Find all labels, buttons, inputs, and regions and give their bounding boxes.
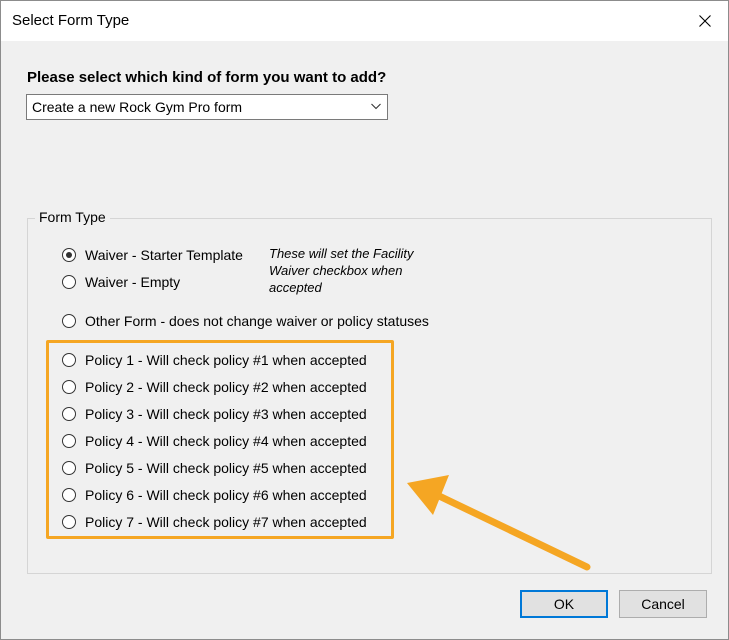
ok-button[interactable]: OK	[520, 590, 608, 618]
radio-button[interactable]	[62, 275, 76, 289]
chevron-down-icon	[371, 103, 381, 110]
radio-label: Other Form - does not change waiver or p…	[85, 313, 429, 329]
radio-other-form[interactable]: Other Form - does not change waiver or p…	[62, 313, 429, 329]
radio-label: Waiver - Starter Template	[85, 247, 243, 263]
window-title: Select Form Type	[12, 12, 130, 29]
select-form-type-dialog: Select Form Type Please select which kin…	[0, 0, 729, 640]
form-type-legend: Form Type	[35, 209, 110, 225]
form-kind-prompt: Please select which kind of form you wan…	[27, 69, 387, 86]
dialog-body: Please select which kind of form you wan…	[1, 41, 728, 639]
radio-waiver-empty[interactable]: Waiver - Empty	[62, 274, 180, 290]
waiver-note: These will set the Facility Waiver check…	[269, 246, 414, 295]
radio-waiver-starter-template[interactable]: Waiver - Starter Template	[62, 247, 243, 263]
cancel-button[interactable]: Cancel	[619, 590, 707, 618]
close-button[interactable]	[682, 1, 728, 41]
title-bar: Select Form Type	[1, 1, 728, 41]
close-icon	[699, 15, 711, 27]
form-kind-dropdown[interactable]: Create a new Rock Gym Pro form	[26, 94, 388, 120]
radio-button[interactable]	[62, 314, 76, 328]
radio-button[interactable]	[62, 248, 76, 262]
arrow-annotation-icon	[407, 475, 591, 571]
radio-label: Waiver - Empty	[85, 274, 181, 290]
policy-options-highlight	[46, 340, 394, 539]
form-kind-selected-value: Create a new Rock Gym Pro form	[32, 99, 243, 115]
